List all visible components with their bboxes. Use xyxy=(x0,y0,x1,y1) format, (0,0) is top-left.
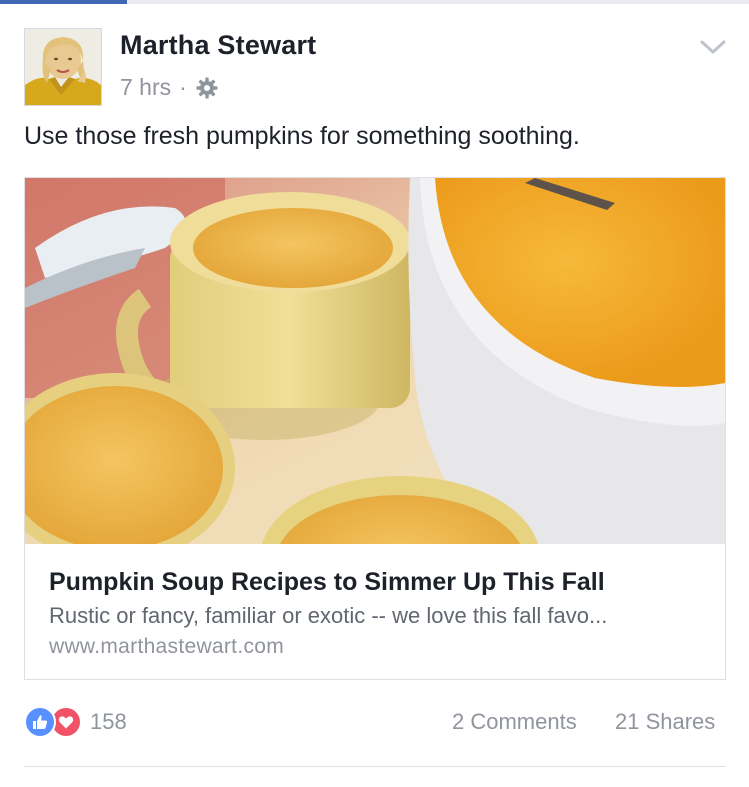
meta-separator: · xyxy=(179,74,187,100)
post-meta: 7 hrs · xyxy=(120,74,219,101)
comments-count-link[interactable]: 2 Comments xyxy=(452,709,577,735)
link-description: Rustic or fancy, familiar or exotic -- w… xyxy=(49,603,608,628)
post-author-name[interactable]: Martha Stewart xyxy=(120,30,316,61)
gear-icon[interactable] xyxy=(195,76,219,100)
pumpkin-soup-photo[interactable] xyxy=(25,178,725,544)
post-timestamp[interactable]: 7 hrs xyxy=(120,74,171,101)
news-feed-post: Martha Stewart 7 hrs · Use those fresh p… xyxy=(0,0,749,787)
chevron-down-icon[interactable] xyxy=(698,36,728,58)
link-preview-card[interactable]: Pumpkin Soup Recipes to Simmer Up This F… xyxy=(24,177,726,680)
like-icon xyxy=(24,706,56,738)
link-title[interactable]: Pumpkin Soup Recipes to Simmer Up This F… xyxy=(49,568,605,597)
link-domain: www.marthastewart.com xyxy=(49,635,285,658)
avatar[interactable] xyxy=(24,28,102,106)
action-bar-divider xyxy=(24,766,726,767)
shares-count-link[interactable]: 21 Shares xyxy=(615,709,715,735)
avatar-photo xyxy=(25,29,101,105)
post-message: Use those fresh pumpkins for something s… xyxy=(24,122,580,150)
reaction-count: 158 xyxy=(90,709,127,734)
reactions-summary[interactable]: 158 xyxy=(24,706,127,738)
